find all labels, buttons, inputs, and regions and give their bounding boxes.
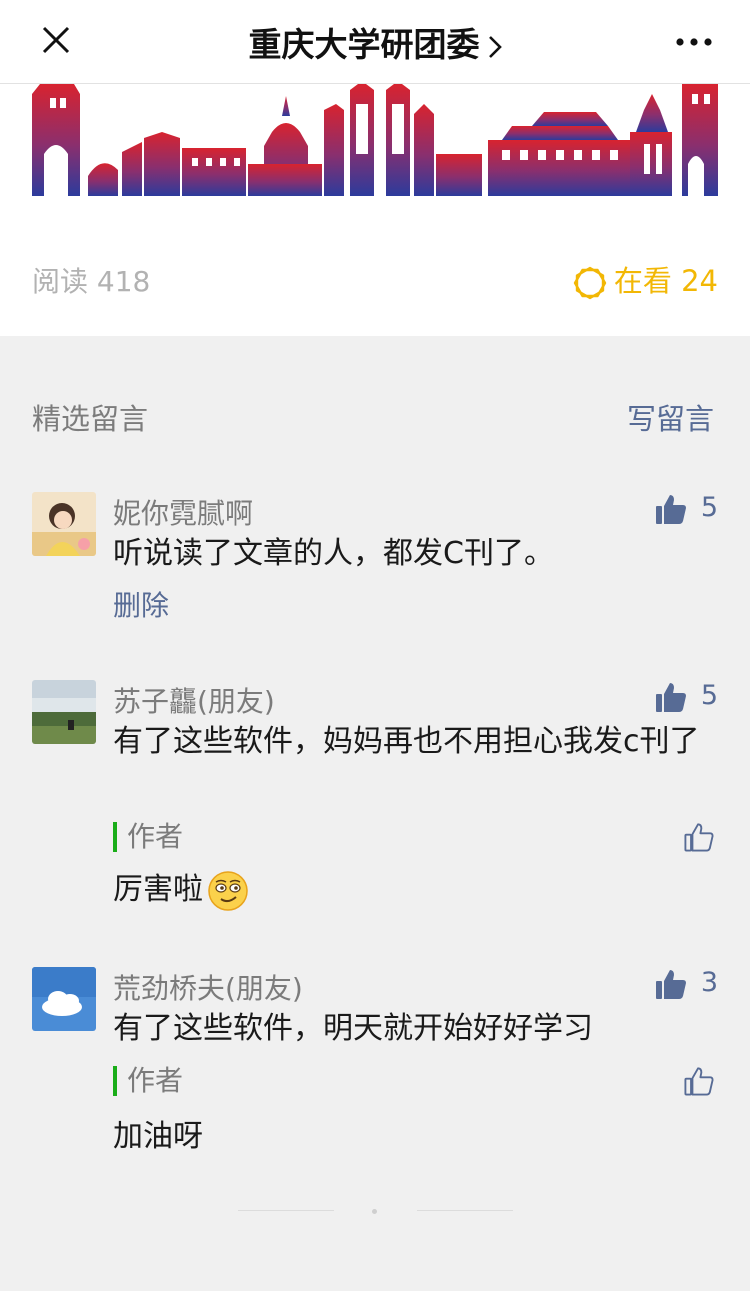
avatar[interactable] bbox=[32, 492, 96, 556]
avatar[interactable] bbox=[32, 967, 96, 1031]
end-divider-left bbox=[238, 1210, 334, 1211]
author-reply-text: 加油呀 bbox=[113, 1119, 203, 1154]
end-divider-right bbox=[417, 1210, 513, 1211]
author-reply-label: 作者 bbox=[113, 1066, 183, 1096]
comment-text: 有了这些软件，妈妈再也不用担心我发c刊了 bbox=[113, 724, 700, 759]
thumbs-up-icon bbox=[655, 969, 686, 999]
chevron-right-icon bbox=[488, 35, 502, 58]
author-reply-text: 厉害啦 bbox=[113, 864, 249, 912]
author-reply-content: 厉害啦 bbox=[113, 872, 203, 907]
like-count: 5 bbox=[700, 680, 718, 711]
reply-like-icon[interactable] bbox=[684, 1066, 714, 1096]
like-button[interactable]: 3 bbox=[655, 967, 718, 1000]
read-count: 阅读 418 bbox=[32, 265, 151, 298]
smirk-emoji-icon bbox=[208, 870, 248, 911]
article-footer: 阅读 418 在看 24 bbox=[0, 84, 750, 336]
end-divider-dot bbox=[372, 1209, 377, 1214]
comment-text: 听说读了文章的人，都发C刊了。 bbox=[113, 536, 554, 571]
featured-comments-title: 精选留言 bbox=[32, 402, 149, 436]
more-icon[interactable] bbox=[674, 36, 714, 48]
thumbs-up-icon bbox=[655, 682, 686, 712]
reply-like-icon[interactable] bbox=[684, 822, 714, 852]
thumbs-up-icon bbox=[655, 494, 686, 524]
account-title-link[interactable]: 重庆大学研团委 bbox=[0, 18, 750, 66]
avatar[interactable] bbox=[32, 680, 96, 744]
write-comment-link[interactable]: 写留言 bbox=[627, 396, 714, 438]
like-button[interactable]: 5 bbox=[655, 680, 718, 713]
like-count: 5 bbox=[700, 492, 718, 523]
zaikan-label: 在看 bbox=[613, 264, 672, 298]
like-button[interactable]: 5 bbox=[655, 492, 718, 525]
comment-text: 有了这些软件，明天就开始好好学习 bbox=[113, 1011, 593, 1046]
zaikan-icon bbox=[573, 266, 607, 300]
comment-nickname: 荒劲桥夫(朋友) bbox=[113, 972, 303, 1005]
comment-nickname: 苏子龘(朋友) bbox=[113, 685, 275, 718]
delete-link[interactable]: 删除 bbox=[113, 584, 169, 624]
zaikan-count: 24 bbox=[681, 264, 718, 298]
campus-skyline-banner bbox=[32, 84, 718, 196]
author-reply-label: 作者 bbox=[113, 822, 183, 852]
zaikan-button[interactable]: 在看 24 bbox=[572, 258, 718, 301]
account-title: 重庆大学研团委 bbox=[248, 25, 480, 64]
top-nav-bar: 重庆大学研团委 bbox=[0, 0, 750, 84]
like-count: 3 bbox=[700, 967, 718, 998]
comment-nickname: 妮你霓腻啊 bbox=[113, 497, 254, 530]
